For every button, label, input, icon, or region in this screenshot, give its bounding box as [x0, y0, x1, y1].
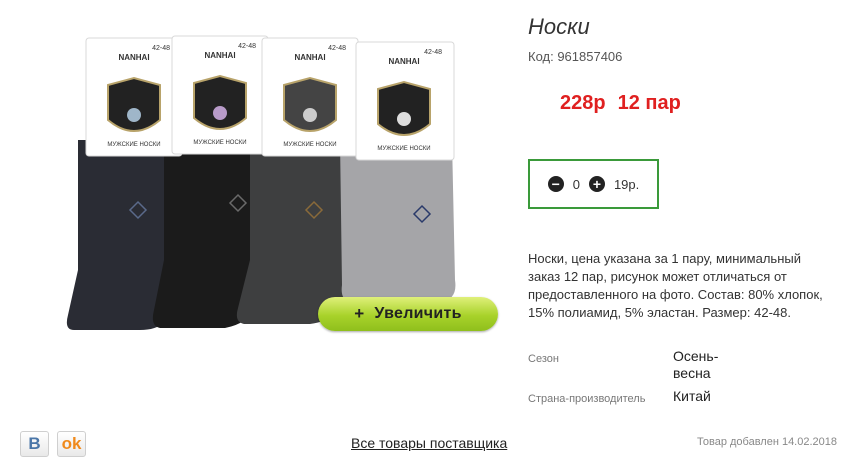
svg-text:МУЖСКИЕ НОСКИ: МУЖСКИЕ НОСКИ: [107, 142, 160, 148]
property-row: Страна-производитель Китай: [528, 385, 848, 408]
svg-text:42-48: 42-48: [328, 45, 346, 52]
svg-text:NANHAI: NANHAI: [204, 51, 235, 60]
sock-4: [340, 140, 456, 302]
plus-icon: +: [354, 304, 365, 323]
pack-card-2: NANHAI 42-48 МУЖСКИЕ НОСКИ: [171, 35, 269, 155]
unit-price: 19р.: [613, 176, 640, 192]
sock-3: [236, 130, 348, 324]
quantity-stepper: − 0 + 19р.: [528, 159, 659, 209]
pack-card-1: NANHAI 42-48 МУЖСКИЕ НОСКИ: [85, 37, 183, 157]
svg-text:NANHAI: NANHAI: [294, 53, 325, 62]
product-image[interactable]: NANHAI 42-48 МУЖСКИЕ НОСКИ NANHAI 42-48 …: [60, 30, 480, 340]
added-date: Товар добавлен 14.02.2018: [697, 436, 838, 448]
zoom-button[interactable]: + Увеличить: [318, 297, 498, 331]
property-value: Осень- весна: [673, 348, 719, 381]
svg-text:NANHAI: NANHAI: [118, 53, 149, 62]
zoom-button-label: Увеличить: [374, 305, 462, 322]
quantity-value: 0: [572, 176, 580, 192]
price-line: 228р 12 пар: [560, 92, 681, 115]
svg-text:42-48: 42-48: [152, 45, 170, 52]
ok-share-icon[interactable]: ok: [57, 431, 86, 457]
product-title: Носки: [528, 14, 590, 39]
svg-text:МУЖСКИЕ НОСКИ: МУЖСКИЕ НОСКИ: [283, 142, 336, 148]
properties-table: Сезон Осень- весна Страна-производитель …: [528, 345, 848, 408]
plus-circle-icon[interactable]: +: [588, 176, 605, 192]
svg-text:42-48: 42-48: [424, 49, 442, 56]
property-label: Сезон: [528, 353, 559, 365]
minus-circle-icon[interactable]: −: [547, 176, 564, 192]
pack-size: 12 пар: [617, 92, 681, 114]
price: 228р: [560, 92, 606, 114]
svg-text:МУЖСКИЕ НОСКИ: МУЖСКИЕ НОСКИ: [193, 140, 246, 146]
property-row: Сезон Осень- весна: [528, 345, 848, 385]
product-code: Код: 961857406: [528, 49, 623, 64]
svg-text:42-48: 42-48: [238, 43, 256, 50]
social-share: В ok: [20, 431, 86, 457]
svg-text:NANHAI: NANHAI: [388, 57, 419, 66]
pack-card-3: NANHAI 42-48 МУЖСКИЕ НОСКИ: [261, 37, 359, 157]
vk-share-icon[interactable]: В: [20, 431, 49, 457]
property-label: Страна-производитель: [528, 393, 646, 405]
product-description: Носки, цена указана за 1 пару, минимальн…: [528, 251, 823, 320]
property-value: Китай: [673, 388, 711, 404]
pack-card-4: NANHAI 42-48 МУЖСКИЕ НОСКИ: [355, 41, 455, 161]
supplier-products-link[interactable]: Все товары поставщика: [351, 435, 507, 451]
svg-text:МУЖСКИЕ НОСКИ: МУЖСКИЕ НОСКИ: [377, 146, 430, 152]
